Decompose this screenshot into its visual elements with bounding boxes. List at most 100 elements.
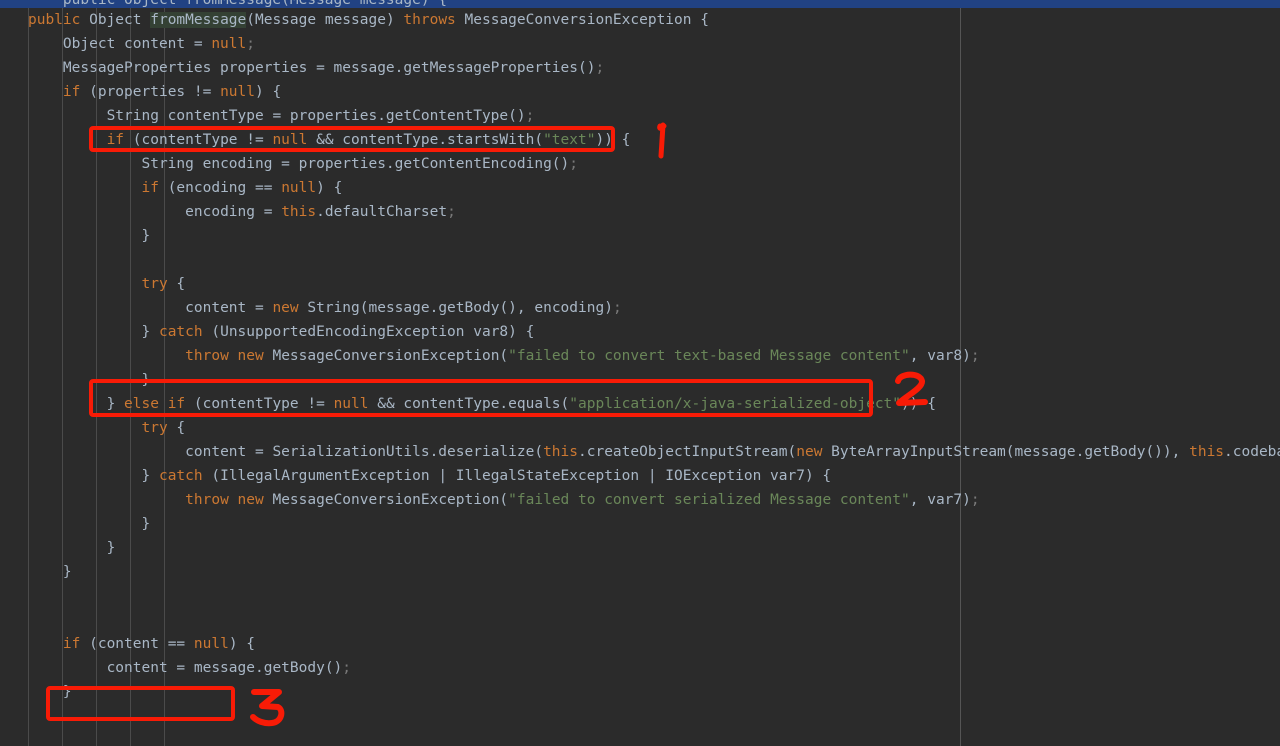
code-token: try [141,420,168,436]
code-line[interactable]: encoding = this.defaultCharset; [0,200,1280,224]
code-token: throws [403,12,456,28]
code-token: (contentType != [124,132,273,148]
code-token: (properties != [80,84,221,100]
code-token: ; [525,108,535,124]
code-line[interactable]: } else if (contentType != null && conten… [0,392,1280,416]
code-line[interactable]: } catch (IllegalArgumentException | Ille… [0,464,1280,488]
code-line[interactable]: } [0,560,1280,584]
code-line[interactable]: content = new String(message.getBody(), … [0,296,1280,320]
code-line[interactable]: String encoding = properties.getContentE… [0,152,1280,176]
code-token: Object content = [62,36,212,52]
code-line[interactable]: MessageProperties properties = message.g… [0,56,1280,80]
code-token: )) { [901,396,936,412]
code-line[interactable]: if (contentType != null && contentType.s… [0,128,1280,152]
code-token: throw new [185,348,264,364]
code-token: ByteArrayInputStream(message.getBody()), [822,444,1190,460]
code-line-list[interactable]: public Object fromMessage(Message messag… [0,8,1280,746]
code-line[interactable]: } catch (UnsupportedEncodingException va… [0,320,1280,344]
code-token: , var8) [909,348,971,364]
code-line[interactable]: try { [0,272,1280,296]
code-line[interactable]: } [0,536,1280,560]
code-token: ; [569,156,578,172]
selected-line-strip: public Object fromMessage(Message messag… [0,0,1280,8]
code-token: .codebaseUrl)) [1224,444,1280,460]
code-token: )) { [595,132,631,148]
code-line[interactable] [0,704,1280,728]
code-line[interactable] [0,248,1280,272]
code-token: ; [595,60,605,76]
code-token: "application/x-java-serialized-object" [569,396,902,412]
code-token: MessageProperties properties = message.g… [62,60,596,76]
code-token: { [167,276,186,292]
code-line[interactable]: if (encoding == null) { [0,176,1280,200]
code-token: "failed to convert text-based Message co… [508,348,910,364]
code-line[interactable]: throw new MessageConversionException("fa… [0,488,1280,512]
code-token: (encoding == [158,180,282,196]
code-line[interactable]: } [0,512,1280,536]
code-token: public [28,12,81,28]
code-line[interactable]: if (properties != null) { [0,80,1280,104]
code-surface[interactable]: public Object fromMessage(Message messag… [0,8,1280,746]
code-token: } [97,396,125,412]
code-token: content = [167,300,273,316]
code-line[interactable]: if (content == null) { [0,632,1280,656]
code-line[interactable] [0,584,1280,608]
code-token: null [272,132,308,148]
code-token: ; [447,204,456,220]
code-line[interactable]: content = SerializationUtils.deserialize… [0,440,1280,464]
code-token: MessageConversionException { [455,12,709,28]
code-token: encoding = [167,204,282,220]
code-token: } [132,468,159,484]
code-line[interactable]: } [0,680,1280,704]
code-token: MessageConversionException( [263,348,509,364]
code-token: { [167,420,186,436]
code-token: null [220,84,255,100]
code-token: } [132,228,151,244]
code-token: String contentType = properties.getConte… [97,108,526,124]
code-token: } [97,540,116,556]
code-line[interactable]: public Object fromMessage(Message messag… [0,8,1280,32]
code-token: null [333,396,369,412]
code-token: if [141,180,159,196]
code-token: "failed to convert serialized Message co… [508,492,910,508]
code-line[interactable]: } [0,368,1280,392]
code-token: this [1189,444,1225,460]
code-line[interactable]: String contentType = properties.getConte… [0,104,1280,128]
code-token: } [132,324,159,340]
code-line[interactable]: try { [0,416,1280,440]
code-line[interactable]: Object content = null; [0,32,1280,56]
top-partial-line-text: public Object fromMessage(Message messag… [28,0,448,8]
code-token: (IllegalArgumentException | IllegalState… [202,468,832,484]
code-token: ) { [255,84,282,100]
code-line[interactable] [0,728,1280,746]
code-token: new [796,444,823,460]
code-line[interactable]: content = message.getBody(); [0,656,1280,680]
code-token: MessageConversionException( [263,492,509,508]
code-line[interactable]: throw new MessageConversionException("fa… [0,344,1280,368]
code-token: } [132,372,151,388]
code-token: && contentType.equals( [368,396,570,412]
code-line[interactable]: } [0,224,1280,248]
code-line[interactable] [0,608,1280,632]
